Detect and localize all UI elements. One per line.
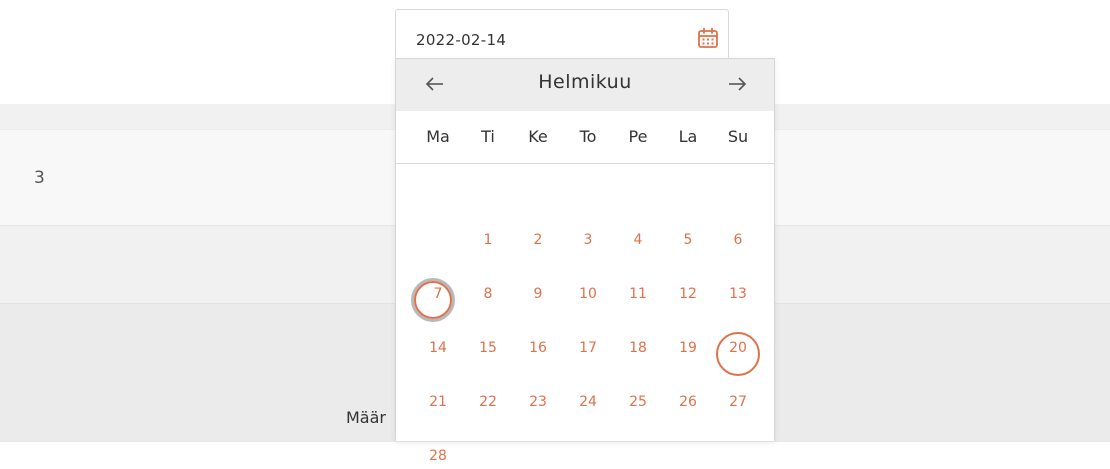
calendar-day[interactable]: 24: [563, 389, 613, 415]
calendar-day[interactable]: 16: [513, 335, 563, 361]
calendar-day[interactable]: 3: [563, 227, 613, 253]
calendar-day[interactable]: 22: [463, 389, 513, 415]
calendar-day[interactable]: 17: [563, 335, 613, 361]
row-value: 3: [34, 168, 45, 188]
calendar-day[interactable]: 5: [663, 227, 713, 253]
calendar-day[interactable]: 1: [463, 227, 513, 253]
calendar-day[interactable]: 20: [713, 335, 763, 361]
calendar-day[interactable]: 26: [663, 389, 713, 415]
calendar-day[interactable]: 6: [713, 227, 763, 253]
calendar-day[interactable]: 15: [463, 335, 513, 361]
calendar-day[interactable]: 9: [513, 281, 563, 307]
calendar-day[interactable]: 13: [713, 281, 763, 307]
datepicker-popup: Helmikuu Ma Ti Ke To Pe La Su 1234567891…: [395, 58, 775, 464]
calendar-day[interactable]: 21: [413, 389, 463, 415]
calendar-day[interactable]: 19: [663, 335, 713, 361]
calendar-day[interactable]: 27: [713, 389, 763, 415]
calendar-day[interactable]: 25: [613, 389, 663, 415]
calendar-day[interactable]: 28: [413, 443, 463, 469]
calendar-day[interactable]: 14: [413, 335, 463, 361]
day-grid: 1 2 3 4 5 6 7 8 9 10 11 12 13 14 15 16 17 18 19 20 21 22 23 24 2…: [396, 59, 774, 464]
calendar-day[interactable]: 7: [413, 281, 463, 307]
calendar-day[interactable]: 10: [563, 281, 613, 307]
calendar-day[interactable]: 2: [513, 227, 563, 253]
calendar-day[interactable]: 18: [613, 335, 663, 361]
calendar-icon[interactable]: [697, 27, 719, 49]
calendar-day[interactable]: 8: [463, 281, 513, 307]
field-label: Määr: [346, 408, 386, 427]
calendar-day[interactable]: 12: [663, 281, 713, 307]
calendar-day[interactable]: 23: [513, 389, 563, 415]
calendar-day[interactable]: 11: [613, 281, 663, 307]
date-input-value: 2022-02-14: [416, 31, 507, 49]
calendar-day[interactable]: 4: [613, 227, 663, 253]
